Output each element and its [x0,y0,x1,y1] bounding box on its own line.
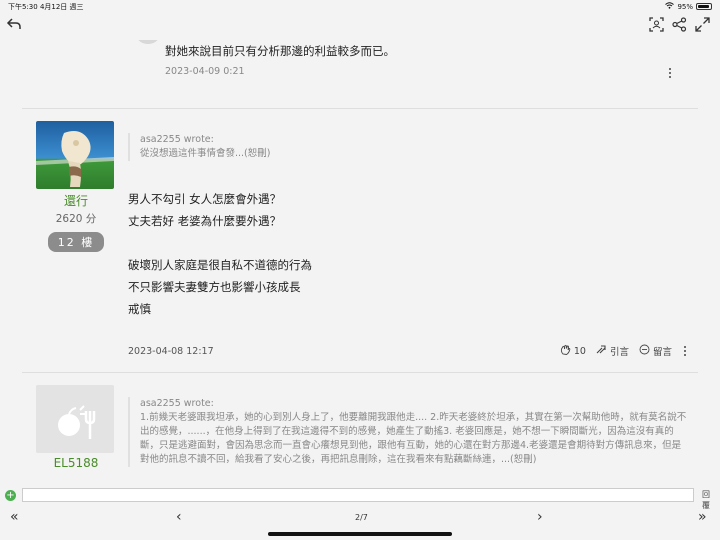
more-options-icon[interactable] [682,344,688,358]
post-divider [22,372,698,373]
post-author: 還行 2620 分 12 樓 [36,121,116,252]
back-arrow-icon[interactable] [6,16,22,32]
status-right: 95% [665,2,712,11]
scan-icon[interactable] [649,17,664,32]
first-page-button[interactable]: « [10,509,19,525]
post-date: 2023-04-08 12:17 [128,346,214,357]
pagination: « ‹ 2/7 › » [0,506,720,530]
reply-bar: + 回覆 [0,486,720,510]
status-bar: 下午5:30 4月12日 週三 95% [0,0,720,12]
wifi-icon [665,2,675,11]
like-count: 10 [573,345,586,357]
post-body: 男人不勾引 女人怎麼會外遇？ 丈夫若好 老婆為什麼要外遇？ 破壞別人家庭是很自私… [128,188,312,320]
page-indicator: 2/7 [355,513,368,522]
post-12: 還行 2620 分 12 樓 asa2255 wrote: 從沒想過這件事情會發… [22,121,698,371]
avatar [137,40,159,44]
author-name[interactable]: 還行 [36,192,116,209]
post-author: EL5188 [36,385,116,470]
more-options-icon[interactable] [667,66,673,80]
thread-content: 對她來說目前只有分析那邊的利益較多而已。 2023-04-09 0:21 還行 … [22,40,698,484]
quote-text: 1.前幾天老婆跟我坦承，她的心到別人身上了，他要離開我跟他走.... 2.昨天老… [140,412,687,465]
battery-percent: 95% [677,2,693,11]
quote-label: 引言 [609,347,629,358]
post-line [128,232,312,254]
add-icon[interactable]: + [5,490,16,501]
reply-input[interactable] [22,488,694,502]
comment-label: 留言 [652,347,672,358]
avatar[interactable] [36,385,114,453]
author-name[interactable]: EL5188 [36,456,116,470]
quote-block: asa2255 wrote: 1.前幾天老婆跟我坦承，她的心到別人身上了，他要離… [128,397,688,467]
post-line: 丈夫若好 老婆為什麼要外遇？ [128,214,282,228]
post-13: EL5188 asa2255 wrote: 1.前幾天老婆跟我坦承，她的心到別人… [22,385,698,484]
like-button[interactable]: 10 [560,344,586,358]
quote-icon [596,344,607,358]
comment-icon [639,344,650,358]
reply-button[interactable]: 回覆 [702,489,716,510]
expand-icon[interactable] [695,17,710,32]
top-toolbar [0,12,720,40]
home-indicator [268,532,452,536]
post-line: 戒慎 [128,302,151,316]
avatar[interactable] [36,121,114,189]
status-time: 下午5:30 4月12日 週三 [8,3,84,11]
quote-button[interactable]: 引言 [596,344,629,358]
floor-badge: 12 樓 [47,232,105,252]
quote-block: asa2255 wrote: 從沒想過這件事情會發...(恕刪) [128,133,688,161]
comment-button[interactable]: 留言 [639,344,672,358]
post-line: 男人不勾引 女人怎麼會外遇？ [128,192,282,206]
post-line: 不只影響夫妻雙方也影響小孩成長 [128,280,301,294]
post-line: 破壞別人家庭是很自私不道德的行為 [128,258,312,272]
clap-icon [560,344,571,358]
post-body: 對她來說目前只有分析那邊的利益較多而已。 [165,44,395,58]
post-divider [22,108,698,109]
prev-page-button[interactable]: ‹ [176,509,182,525]
post-date: 2023-04-09 0:21 [165,66,245,77]
last-page-button[interactable]: » [698,509,707,525]
quote-author: asa2255 wrote: [140,398,214,409]
quote-text: 從沒想過這件事情會發...(恕刪) [140,148,271,159]
post-meta: 2023-04-08 12:17 10 引言 留言 [128,343,688,361]
share-icon[interactable] [672,17,687,32]
next-page-button[interactable]: › [537,509,543,525]
quote-author: asa2255 wrote: [140,134,214,145]
battery-icon [696,3,712,10]
previous-post: 對她來說目前只有分析那邊的利益較多而已。 2023-04-09 0:21 [22,40,698,108]
author-score: 2620 分 [55,213,97,225]
